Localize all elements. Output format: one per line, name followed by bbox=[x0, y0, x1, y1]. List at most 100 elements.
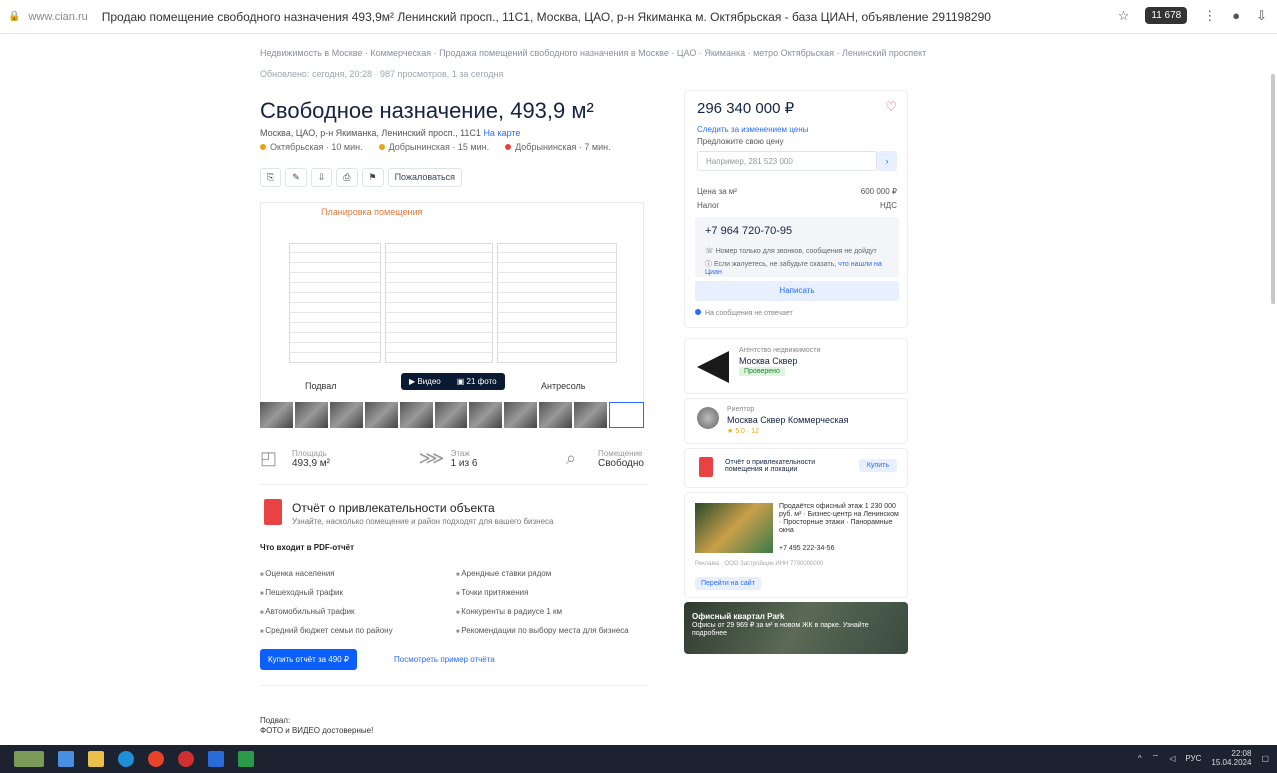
address-bar[interactable]: www.cian.ru bbox=[28, 11, 87, 23]
offer-price-input[interactable]: Например, 281 523 000 bbox=[697, 151, 877, 171]
report-list-item: Автомобильный трафик bbox=[260, 603, 393, 622]
mail-icon[interactable] bbox=[208, 751, 224, 767]
gallery-thumbnail[interactable] bbox=[364, 402, 398, 428]
phone-box: +7 964 720-70-95 ☏ Номер только для звон… bbox=[695, 217, 899, 277]
gallery-thumbnail[interactable] bbox=[504, 402, 538, 428]
report-list-item: Точки притяжения bbox=[456, 584, 629, 603]
agent-card[interactable]: Риелтор Москва Сквер Коммерческая ★ 5.0 … bbox=[684, 398, 908, 444]
phone-number[interactable]: +7 964 720-70-95 bbox=[705, 225, 792, 237]
ad-card[interactable]: Продаётся офисный этаж 1 230 000 руб. м²… bbox=[684, 492, 908, 598]
clock[interactable]: 22:08 15.04.2024 bbox=[1211, 749, 1251, 767]
report-list-right: Арендные ставки рядомТочки притяженияКон… bbox=[456, 565, 629, 641]
floor-plan-mezzanine bbox=[497, 243, 617, 363]
menu-icon[interactable]: ⋮ bbox=[1203, 8, 1216, 24]
offer-label: Предложите свою цену bbox=[697, 137, 784, 146]
volume-icon[interactable]: ◁ bbox=[1169, 754, 1175, 763]
gallery-thumbnail[interactable] bbox=[329, 402, 363, 428]
gallery-thumbnail[interactable] bbox=[469, 402, 503, 428]
floor-icon: ⋙ bbox=[418, 448, 445, 468]
pdf-icon bbox=[699, 457, 713, 477]
scrollbar[interactable] bbox=[1271, 74, 1275, 304]
fact-item: ◰ Площадь 493,9 м² bbox=[260, 448, 330, 469]
network-icon[interactable]: ⌔ bbox=[1152, 753, 1160, 763]
tray-arrow-icon[interactable]: ^ bbox=[1138, 754, 1142, 763]
gallery-thumbnail[interactable] bbox=[434, 402, 468, 428]
promo-banner[interactable]: Офисный квартал Park Офисы от 29 969 ₽ з… bbox=[684, 602, 908, 654]
app-icon[interactable] bbox=[178, 751, 194, 767]
report-section: Отчёт о привлекательности объекта Узнайт… bbox=[260, 484, 648, 686]
ad-site-button[interactable]: Перейти на сайт bbox=[695, 577, 761, 590]
language-indicator[interactable]: РУС bbox=[1185, 754, 1201, 763]
gallery-thumbnail[interactable] bbox=[609, 402, 644, 428]
action-button[interactable]: ⚑ bbox=[361, 168, 384, 187]
report2-title: Отчёт о привлекательности помещения и ло… bbox=[725, 459, 816, 473]
agent-name[interactable]: Москва Сквер Коммерческая bbox=[727, 415, 849, 425]
video-button[interactable]: ▶ Видео bbox=[401, 373, 449, 390]
weather-icon[interactable] bbox=[14, 751, 44, 767]
metro-item[interactable]: Добрынинская · 15 мин. bbox=[378, 142, 489, 152]
ad-note: Реклама · ООО Застройщик ИНН 7700000000 bbox=[695, 561, 824, 567]
yandex-browser-icon[interactable] bbox=[148, 751, 164, 767]
fact-label: Помещение bbox=[598, 448, 643, 458]
metro-list: Октябрьская · 10 мин. Добрынинская · 15 м… bbox=[260, 142, 611, 152]
floor-plan-basement bbox=[289, 243, 381, 363]
breadcrumb[interactable]: Недвижимость в Москве · Коммерческая · П… bbox=[260, 48, 926, 58]
report-list-left: Оценка населенияПешеходный трафикАвтомоб… bbox=[260, 565, 393, 641]
bookmark-icon[interactable]: ☆ bbox=[1118, 8, 1130, 24]
agency-card[interactable]: Агентство недвижимости Москва Сквер Пров… bbox=[684, 338, 908, 394]
price-card: 296 340 000 ₽ ♡ Следить за изменением це… bbox=[684, 90, 908, 328]
explorer-icon[interactable] bbox=[88, 751, 104, 767]
favorite-icon[interactable]: ♡ bbox=[885, 99, 897, 115]
downloads-icon[interactable]: ⇩ bbox=[1256, 8, 1267, 24]
map-link[interactable]: На карте bbox=[483, 128, 520, 138]
sheets-icon[interactable] bbox=[238, 751, 254, 767]
report-list-item: Арендные ставки рядом bbox=[456, 565, 629, 584]
report-subtitle: Узнайте, насколько помещение и район под… bbox=[292, 517, 554, 526]
offer-submit-button[interactable]: › bbox=[877, 151, 897, 171]
action-button[interactable]: ⎙ bbox=[336, 168, 358, 187]
banner-title: Офисный квартал Park bbox=[692, 612, 785, 621]
ad-text: Продаётся офисный этаж 1 230 000 руб. м²… bbox=[779, 503, 899, 534]
notification-icon[interactable]: ▢ bbox=[1261, 754, 1269, 763]
buy-report-button[interactable]: Купить отчёт за 490 ₽ bbox=[260, 649, 357, 670]
action-toolbar: ⎘ ✎ ⇩ ⎙ ⚑ Пожаловаться bbox=[260, 168, 463, 187]
action-button[interactable]: ✎ bbox=[285, 168, 307, 187]
action-button[interactable]: ⎘ bbox=[260, 168, 282, 187]
edge-icon[interactable] bbox=[118, 751, 134, 767]
taskview-icon[interactable] bbox=[58, 751, 74, 767]
area-icon: ◰ bbox=[260, 448, 278, 468]
extension-badge[interactable]: 11 678 bbox=[1145, 7, 1188, 24]
fact-value: 1 из 6 bbox=[450, 457, 478, 469]
fact-label: Площадь bbox=[292, 448, 327, 458]
report-list-item: Пешеходный трафик bbox=[260, 584, 393, 603]
photo-gallery[interactable]: Планировка помещения Подвал Антресоль ▶ … bbox=[260, 202, 644, 426]
agency-label: Агентство недвижимости bbox=[739, 347, 821, 354]
fact-item: ⋙ Этаж 1 из 6 bbox=[419, 448, 478, 469]
report-list-item: Оценка населения bbox=[260, 565, 393, 584]
gallery-thumbnail[interactable] bbox=[399, 402, 433, 428]
metro-item[interactable]: Добрынинская · 7 мин. bbox=[505, 142, 611, 152]
lock-icon: 🔒 bbox=[8, 11, 21, 22]
sample-report-link[interactable]: Посмотреть пример отчёта bbox=[394, 655, 495, 664]
gallery-thumbnail[interactable] bbox=[260, 402, 293, 428]
agency-logo bbox=[697, 351, 729, 383]
action-button[interactable]: ⇩ bbox=[310, 168, 333, 187]
action-button[interactable]: Пожаловаться bbox=[387, 168, 463, 187]
ad-phone[interactable]: +7 495 222-34-56 bbox=[779, 545, 834, 552]
gallery-thumbnail[interactable] bbox=[539, 402, 573, 428]
profile-icon[interactable]: ● bbox=[1232, 8, 1240, 23]
agency-name[interactable]: Москва Сквер bbox=[739, 356, 797, 366]
message-button[interactable]: Написать bbox=[695, 281, 899, 301]
agent-rating: ★ 5.0 · 12 bbox=[727, 428, 759, 435]
floor-plan-main bbox=[385, 243, 493, 363]
ad-image bbox=[695, 503, 773, 553]
gallery-thumbnail[interactable] bbox=[294, 402, 328, 428]
thumbnail-strip bbox=[260, 402, 644, 428]
gallery-thumbnail[interactable] bbox=[574, 402, 608, 428]
report2-card: Отчёт о привлекательности помещения и ло… bbox=[684, 448, 908, 488]
report2-buy-button[interactable]: Купить bbox=[858, 459, 897, 472]
price-watch-link[interactable]: Следить за изменением цены bbox=[697, 125, 808, 134]
metro-item[interactable]: Октябрьская · 10 мин. bbox=[260, 142, 363, 152]
photos-button[interactable]: ▣ 21 фото bbox=[449, 373, 505, 390]
tab-title: Продаю помещение свободного назначения 4… bbox=[101, 9, 991, 24]
